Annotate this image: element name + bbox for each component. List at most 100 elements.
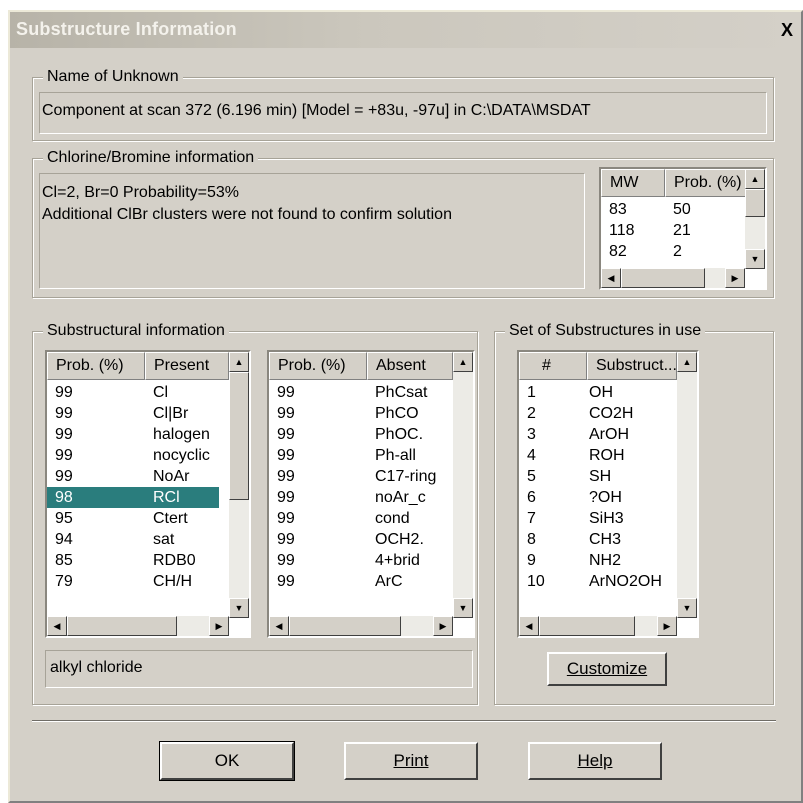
- unknown-name-text: Component at scan 372 (6.196 min) [Model…: [42, 102, 591, 119]
- right-arrow-icon[interactable]: ▶: [657, 616, 677, 636]
- list-item[interactable]: 10 ArNO2OH: [519, 571, 673, 592]
- list-item[interactable]: 98 RCl: [47, 487, 219, 508]
- help-button[interactable]: Help: [528, 742, 662, 780]
- list-item[interactable]: 3 ArOH: [519, 424, 673, 445]
- list-item[interactable]: 8 CH3: [519, 529, 673, 550]
- up-arrow-icon[interactable]: ▲: [453, 352, 473, 372]
- list-item[interactable]: 5 SH: [519, 466, 673, 487]
- print-button[interactable]: Print: [344, 742, 478, 780]
- absent-vertical-scrollbar[interactable]: ▲ ▼: [453, 352, 473, 618]
- prob-column-header[interactable]: Prob. (%): [665, 169, 749, 197]
- scroll-thumb[interactable]: [229, 372, 249, 500]
- list-item[interactable]: 99 4+brid: [269, 550, 443, 571]
- scroll-thumb[interactable]: [539, 616, 635, 636]
- row-second-cell: CH3: [589, 531, 622, 548]
- list-item[interactable]: 118 21: [601, 220, 725, 241]
- list-item[interactable]: 99 NoAr: [47, 466, 219, 487]
- list-item[interactable]: 79 CH/H: [47, 571, 219, 592]
- mw-horizontal-scrollbar[interactable]: ◀ ▶: [601, 268, 745, 288]
- right-arrow-icon[interactable]: ▶: [433, 616, 453, 636]
- set-vertical-scrollbar[interactable]: ▲ ▼: [677, 352, 697, 618]
- list-item[interactable]: 99 noAr_c: [269, 487, 443, 508]
- title-bar[interactable]: Substructure Information X: [10, 12, 801, 48]
- present-horizontal-scrollbar[interactable]: ◀ ▶: [47, 616, 229, 636]
- list-item[interactable]: 2 CO2H: [519, 403, 673, 424]
- up-arrow-icon[interactable]: ▲: [677, 352, 697, 372]
- prob-column-header[interactable]: Prob. (%): [269, 352, 367, 380]
- down-arrow-icon[interactable]: ▼: [453, 598, 473, 618]
- scroll-thumb[interactable]: [289, 616, 401, 636]
- row-first-cell: 99: [277, 384, 295, 401]
- scroll-thumb[interactable]: [67, 616, 177, 636]
- absent-column-header[interactable]: Absent: [367, 352, 453, 380]
- scroll-thumb[interactable]: [621, 268, 705, 288]
- row-first-cell: 99: [277, 489, 295, 506]
- up-arrow-icon[interactable]: ▲: [229, 352, 249, 372]
- up-arrow-icon[interactable]: ▲: [745, 169, 765, 189]
- left-arrow-icon[interactable]: ◀: [601, 268, 621, 288]
- row-second-cell: PhCO: [375, 405, 419, 422]
- mw-listbox[interactable]: MW Prob. (%) 83 50 118 21 82 2 ▲ ▼ ◀ ▶: [599, 167, 767, 290]
- scroll-thumb[interactable]: [745, 189, 765, 217]
- list-item[interactable]: 6 ?OH: [519, 487, 673, 508]
- substructure-set-listbox[interactable]: # Substruct... 1 OH 2 CO2H 3 ArOH 4 ROH 5 SH 6 ?OH 7…: [517, 350, 699, 638]
- scroll-track[interactable]: [453, 372, 473, 572]
- list-item[interactable]: 99 ArC: [269, 571, 443, 592]
- row-first-cell: 5: [527, 468, 536, 485]
- row-first-cell: 2: [527, 405, 536, 422]
- list-item[interactable]: 85 RDB0: [47, 550, 219, 571]
- down-arrow-icon[interactable]: ▼: [677, 598, 697, 618]
- left-arrow-icon[interactable]: ◀: [519, 616, 539, 636]
- list-item[interactable]: 95 Ctert: [47, 508, 219, 529]
- present-column-header[interactable]: Present: [145, 352, 229, 380]
- left-arrow-icon[interactable]: ◀: [269, 616, 289, 636]
- right-arrow-icon[interactable]: ▶: [725, 268, 745, 288]
- down-arrow-icon[interactable]: ▼: [229, 598, 249, 618]
- down-arrow-icon[interactable]: ▼: [745, 249, 765, 269]
- absent-listbox[interactable]: Prob. (%) Absent 99 PhCsat 99 PhCO 99 PhOC. 99…: [267, 350, 475, 638]
- left-arrow-icon[interactable]: ◀: [47, 616, 67, 636]
- row-second-cell: PhCsat: [375, 384, 428, 401]
- list-item[interactable]: 99 PhOC.: [269, 424, 443, 445]
- substructure-column-header[interactable]: Substruct...: [587, 352, 677, 380]
- row-first-cell: 8: [527, 531, 536, 548]
- list-item[interactable]: 82 2: [601, 241, 725, 262]
- list-item[interactable]: 99 Cl|Br: [47, 403, 219, 424]
- prob-value: 21: [673, 222, 691, 239]
- row-second-cell: OCH2.: [375, 531, 424, 548]
- number-column-header[interactable]: #: [519, 352, 587, 380]
- list-item[interactable]: 1 OH: [519, 382, 673, 403]
- list-item[interactable]: 99 halogen: [47, 424, 219, 445]
- customize-button[interactable]: Customize: [547, 652, 667, 686]
- present-listbox[interactable]: Prob. (%) Present 99 Cl 99 Cl|Br 99 halogen 99…: [45, 350, 251, 638]
- row-first-cell: 85: [55, 552, 73, 569]
- absent-horizontal-scrollbar[interactable]: ◀ ▶: [269, 616, 453, 636]
- mw-column-header[interactable]: MW: [601, 169, 665, 197]
- row-second-cell: RDB0: [153, 552, 196, 569]
- row-second-cell: Cl: [153, 384, 169, 401]
- mw-vertical-scrollbar[interactable]: ▲ ▼: [745, 169, 765, 269]
- set-horizontal-scrollbar[interactable]: ◀ ▶: [519, 616, 677, 636]
- list-item[interactable]: 99 Ph-all: [269, 445, 443, 466]
- list-item[interactable]: 99 cond: [269, 508, 443, 529]
- present-vertical-scrollbar[interactable]: ▲ ▼: [229, 352, 249, 618]
- list-item[interactable]: 94 sat: [47, 529, 219, 550]
- substructure-description-field: alkyl chloride: [45, 650, 473, 688]
- list-item[interactable]: 4 ROH: [519, 445, 673, 466]
- close-icon[interactable]: X: [777, 20, 797, 40]
- scroll-track[interactable]: [677, 372, 697, 572]
- list-item[interactable]: 99 nocyclic: [47, 445, 219, 466]
- list-item[interactable]: 99 PhCsat: [269, 382, 443, 403]
- list-item[interactable]: 99 OCH2.: [269, 529, 443, 550]
- list-item[interactable]: 9 NH2: [519, 550, 673, 571]
- ok-button[interactable]: OK: [159, 741, 295, 781]
- customize-label: Customize: [566, 659, 648, 678]
- list-item[interactable]: 99 Cl: [47, 382, 219, 403]
- prob-column-header[interactable]: Prob. (%): [47, 352, 145, 380]
- list-item[interactable]: 7 SiH3: [519, 508, 673, 529]
- right-arrow-icon[interactable]: ▶: [209, 616, 229, 636]
- chlorine-bromine-group: Chlorine/Bromine information Cl=2, Br=0 …: [32, 148, 774, 298]
- list-item[interactable]: 99 PhCO: [269, 403, 443, 424]
- list-item[interactable]: 83 50: [601, 199, 725, 220]
- list-item[interactable]: 99 C17-ring: [269, 466, 443, 487]
